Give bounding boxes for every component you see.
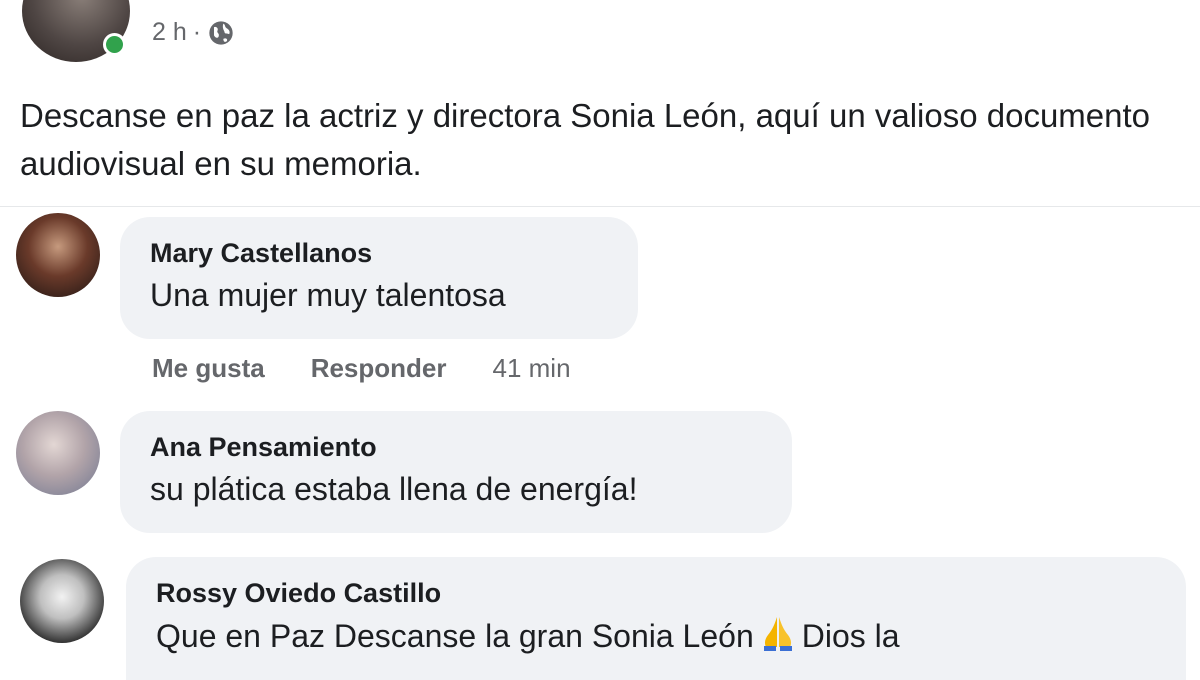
commenter-avatar[interactable]: [20, 559, 104, 643]
praying-hands-icon: [763, 617, 792, 651]
commenter-avatar[interactable]: [16, 411, 100, 495]
comment-bubble: Mary Castellanos Una mujer muy talentosa: [120, 217, 638, 339]
comment-author[interactable]: Rossy Oviedo Castillo: [156, 577, 1156, 609]
post-timestamp[interactable]: 2 h: [152, 18, 187, 47]
globe-icon: [209, 20, 233, 45]
post-text: Descanse en paz la actriz y directora So…: [20, 97, 1151, 182]
comment-text: Que en Paz Descanse la gran Sonia León D…: [156, 613, 1156, 658]
comment-text: su plática estaba llena de energía!: [150, 471, 638, 507]
like-button[interactable]: Me gusta: [152, 353, 265, 384]
comment-actions: Me gusta Responder 41 min: [152, 353, 571, 384]
comment-author[interactable]: Mary Castellanos: [150, 237, 608, 269]
comment-bubble: Rossy Oviedo Castillo Que en Paz Descans…: [126, 557, 1186, 680]
comment-bubble: Ana Pensamiento su plática estaba llena …: [120, 411, 792, 533]
comment-text-start: Que en Paz Descanse la gran Sonia León: [156, 618, 754, 654]
comment-text: Una mujer muy talentosa: [150, 277, 506, 313]
comment-author[interactable]: Ana Pensamiento: [150, 431, 762, 463]
meta-separator: ·: [192, 18, 202, 46]
commenter-avatar[interactable]: [16, 213, 100, 297]
comments-section: Mary Castellanos Una mujer muy talentosa…: [0, 207, 1200, 680]
comment-timestamp[interactable]: 41 min: [493, 353, 571, 384]
post-meta: 2 h ·: [152, 18, 235, 47]
comment-text-end: Dios la: [801, 618, 900, 654]
online-status-indicator: [103, 33, 126, 56]
reply-button[interactable]: Responder: [311, 353, 447, 384]
